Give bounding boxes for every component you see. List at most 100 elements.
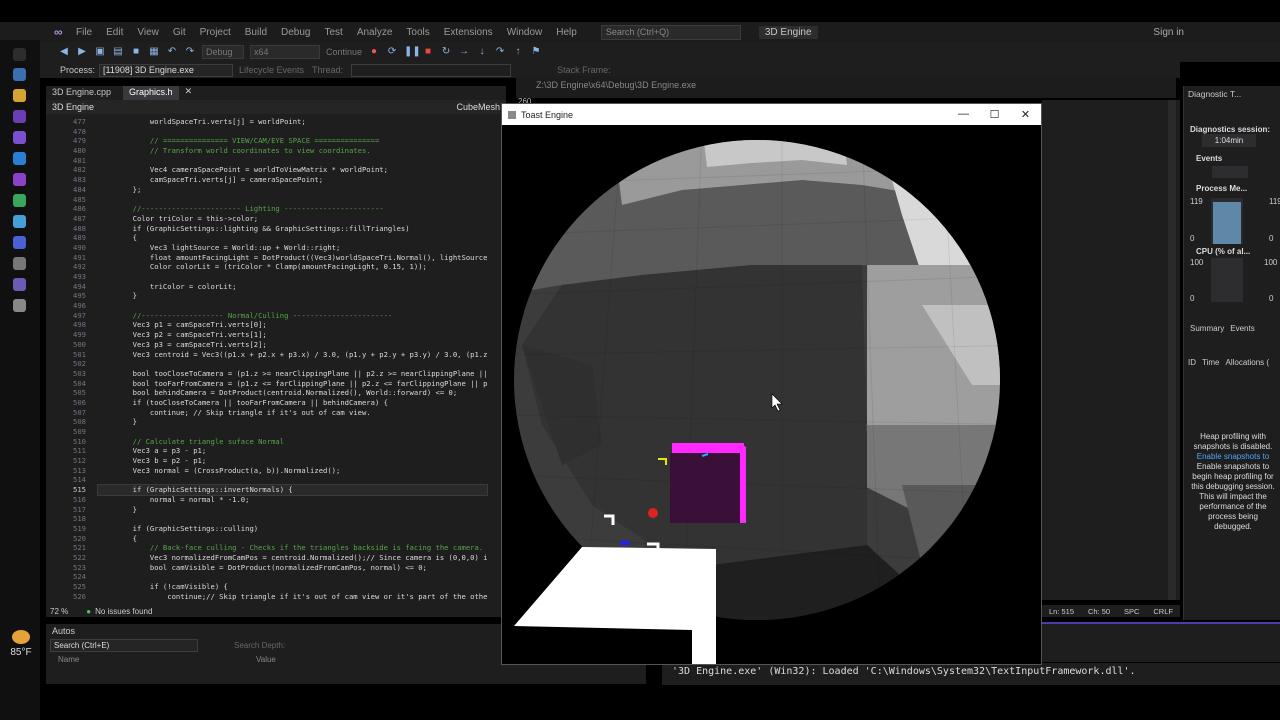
editor-scrollbar[interactable]	[1168, 100, 1176, 600]
menu-help[interactable]: Help	[556, 27, 577, 38]
settings-gear-icon[interactable]	[13, 257, 26, 270]
menu-project[interactable]: Project	[200, 27, 231, 38]
code-line[interactable]: Color triColor = this->color;	[98, 214, 487, 224]
code-line[interactable]	[98, 272, 487, 282]
cpu-section[interactable]: CPU (% of al...	[1190, 245, 1256, 258]
pause-icon[interactable]: ❚❚	[404, 46, 421, 58]
menu-view[interactable]: View	[137, 27, 159, 38]
code-line[interactable]: if (GraphicSettings::lighting && Graphic…	[98, 224, 487, 234]
nav-symbol[interactable]: CubeMesh	[456, 102, 500, 112]
fire-icon[interactable]: ●	[368, 46, 380, 58]
minimize-icon[interactable]: —	[948, 108, 979, 121]
sign-in-link[interactable]: Sign in	[1153, 27, 1184, 38]
code-line[interactable]: // Transform world coordinates to view c…	[98, 146, 487, 156]
window-icon[interactable]	[13, 299, 26, 312]
code-line[interactable]: //----------------------- Lighting -----…	[98, 204, 487, 214]
lifecycle-events-button[interactable]: Lifecycle Events	[239, 65, 304, 75]
code-line[interactable]: bool camVisible = DotProduct(normalizedF…	[98, 563, 487, 573]
column-allocations[interactable]: Allocations (	[1225, 358, 1269, 367]
code-line[interactable]: };	[98, 185, 487, 195]
save-all-icon[interactable]: ▦	[148, 46, 160, 58]
configuration-select[interactable]: Debug	[202, 45, 244, 59]
code-line[interactable]: Color colorLit = (triColor * Clamp(amoun…	[98, 262, 487, 272]
menu-git[interactable]: Git	[173, 27, 186, 38]
restart-icon[interactable]: ↻	[440, 46, 452, 58]
issues-status[interactable]: No issues found	[95, 607, 152, 616]
line-ending-indicator[interactable]: CRLF	[1153, 607, 1173, 616]
visual-studio-logo-icon[interactable]: ∞	[54, 25, 68, 39]
code-line[interactable]: Vec3 normal = (CrossProduct(a, b)).Norma…	[98, 466, 487, 476]
code-line[interactable]: }	[98, 291, 487, 301]
code-line[interactable]: triColor = colorLit;	[98, 282, 487, 292]
hot-reload-icon[interactable]: ⟳	[386, 46, 398, 58]
close-tab-icon[interactable]: ✕	[185, 86, 193, 100]
platform-select[interactable]: x64	[250, 45, 320, 59]
code-line[interactable]	[98, 427, 487, 437]
visual-studio-icon[interactable]	[13, 110, 26, 123]
code-line[interactable]: Vec3 p1 = camSpaceTri.verts[0];	[98, 320, 487, 330]
code-line[interactable]	[98, 301, 487, 311]
step-out-icon[interactable]: ↑	[512, 46, 524, 58]
code-editor[interactable]: 477 478 479 480 481 482 483 484 485 486 487 488 489 4…	[46, 114, 501, 606]
code-line[interactable]	[98, 156, 487, 166]
code-line[interactable]: normal = normal * -1.0;	[98, 495, 487, 505]
enable-snapshots-link[interactable]: Enable snapshots to	[1190, 452, 1276, 462]
code-line[interactable]: }	[98, 505, 487, 515]
code-line[interactable]: Vec4 cameraSpacePoint = worldToViewMatri…	[98, 165, 487, 175]
code-line[interactable]: continue;// Skip triangle if it's out of…	[98, 592, 487, 602]
menu-window[interactable]: Window	[507, 27, 543, 38]
redo-icon[interactable]: ↷	[184, 46, 196, 58]
code-line[interactable]: if (GraphicSettings::culling)	[98, 524, 487, 534]
code-line[interactable]: worldSpaceTri.verts[j] = worldPoint;	[98, 117, 487, 127]
menu-file[interactable]: File	[76, 27, 92, 38]
tab-summary[interactable]: Summary	[1190, 324, 1224, 333]
process-memory-section[interactable]: Process Me...	[1190, 182, 1253, 195]
code-line[interactable]: Vec3 a = p3 - p1;	[98, 446, 487, 456]
bookmark-icon[interactable]: ⚑	[530, 46, 542, 58]
code-line[interactable]: {	[98, 233, 487, 243]
menu-debug[interactable]: Debug	[281, 27, 310, 38]
new-project-icon[interactable]: ▣	[94, 46, 106, 58]
navigate-forward-icon[interactable]: ▶	[76, 46, 88, 58]
tab-3d-engine-cpp[interactable]: 3D Engine.cpp	[46, 86, 117, 100]
search-input[interactable]: Search (Ctrl+Q)	[600, 24, 741, 40]
code-line[interactable]	[98, 514, 487, 524]
code-line[interactable]: float amountFacingLight = DotProduct((Ve…	[98, 253, 488, 263]
tab-graphics-h[interactable]: Graphics.h	[123, 86, 179, 100]
code-line[interactable]	[98, 195, 487, 205]
windows-start-icon[interactable]	[13, 48, 26, 61]
code-line[interactable]	[98, 127, 487, 137]
taskbar-app-icon[interactable]	[13, 68, 26, 81]
code-line[interactable]: Vec3 lightSource = World::up + World::ri…	[98, 243, 487, 253]
stop-icon[interactable]: ■	[422, 46, 434, 58]
code-line[interactable]: bool tooCloseToCamera = (p1.z >= nearCli…	[98, 369, 488, 379]
file-explorer-icon[interactable]	[13, 89, 26, 102]
menu-test[interactable]: Test	[324, 27, 342, 38]
code-line[interactable]: Vec3 p3 = camSpaceTri.verts[2];	[98, 340, 487, 350]
menu-tools[interactable]: Tools	[406, 27, 429, 38]
open-file-icon[interactable]: ▤	[112, 46, 124, 58]
show-next-statement-icon[interactable]: →	[458, 46, 470, 58]
code-line[interactable]: //------------------- Normal/Culling ---…	[98, 311, 487, 321]
code-line[interactable]: bool tooFarFromCamera = (p1.z <= farClip…	[98, 379, 488, 389]
vscode-icon[interactable]	[13, 152, 26, 165]
events-section[interactable]: Events	[1190, 152, 1228, 165]
code-line[interactable]: if (tooCloseToCamera || tooFarFromCamera…	[98, 398, 487, 408]
code-line[interactable]: Vec3 b = p2 - p1;	[98, 456, 487, 466]
code-line[interactable]: // Back-face culling - Checks if the tri…	[98, 543, 487, 553]
code-line[interactable]: bool behindCamera = DotProduct(centroid.…	[98, 388, 487, 398]
visual-studio-2-icon[interactable]	[13, 131, 26, 144]
code-line[interactable]	[98, 475, 487, 485]
code-line[interactable]: continue; // Skip triangle if it's out o…	[98, 408, 487, 418]
chrome-icon[interactable]	[13, 194, 26, 207]
nav-project[interactable]: 3D Engine	[52, 102, 94, 112]
code-line[interactable]: Vec3 p2 = camSpaceTri.verts[1];	[98, 330, 487, 340]
step-into-icon[interactable]: ↓	[476, 46, 488, 58]
code-line[interactable]: }	[98, 417, 487, 427]
autos-search-input[interactable]: Search (Ctrl+E)	[50, 639, 198, 652]
engine-titlebar[interactable]: Toast Engine — ☐ ✕	[502, 104, 1041, 125]
code-line[interactable]: Vec3 centroid = Vec3((p1.x + p2.x + p3.x…	[98, 350, 488, 360]
code-line[interactable]: // Calculate triangle suface Normal	[98, 437, 487, 447]
menu-extensions[interactable]: Extensions	[444, 27, 493, 38]
code-line[interactable]: Vec3 normalizedFromCamPos = centroid.Nor…	[98, 553, 488, 563]
